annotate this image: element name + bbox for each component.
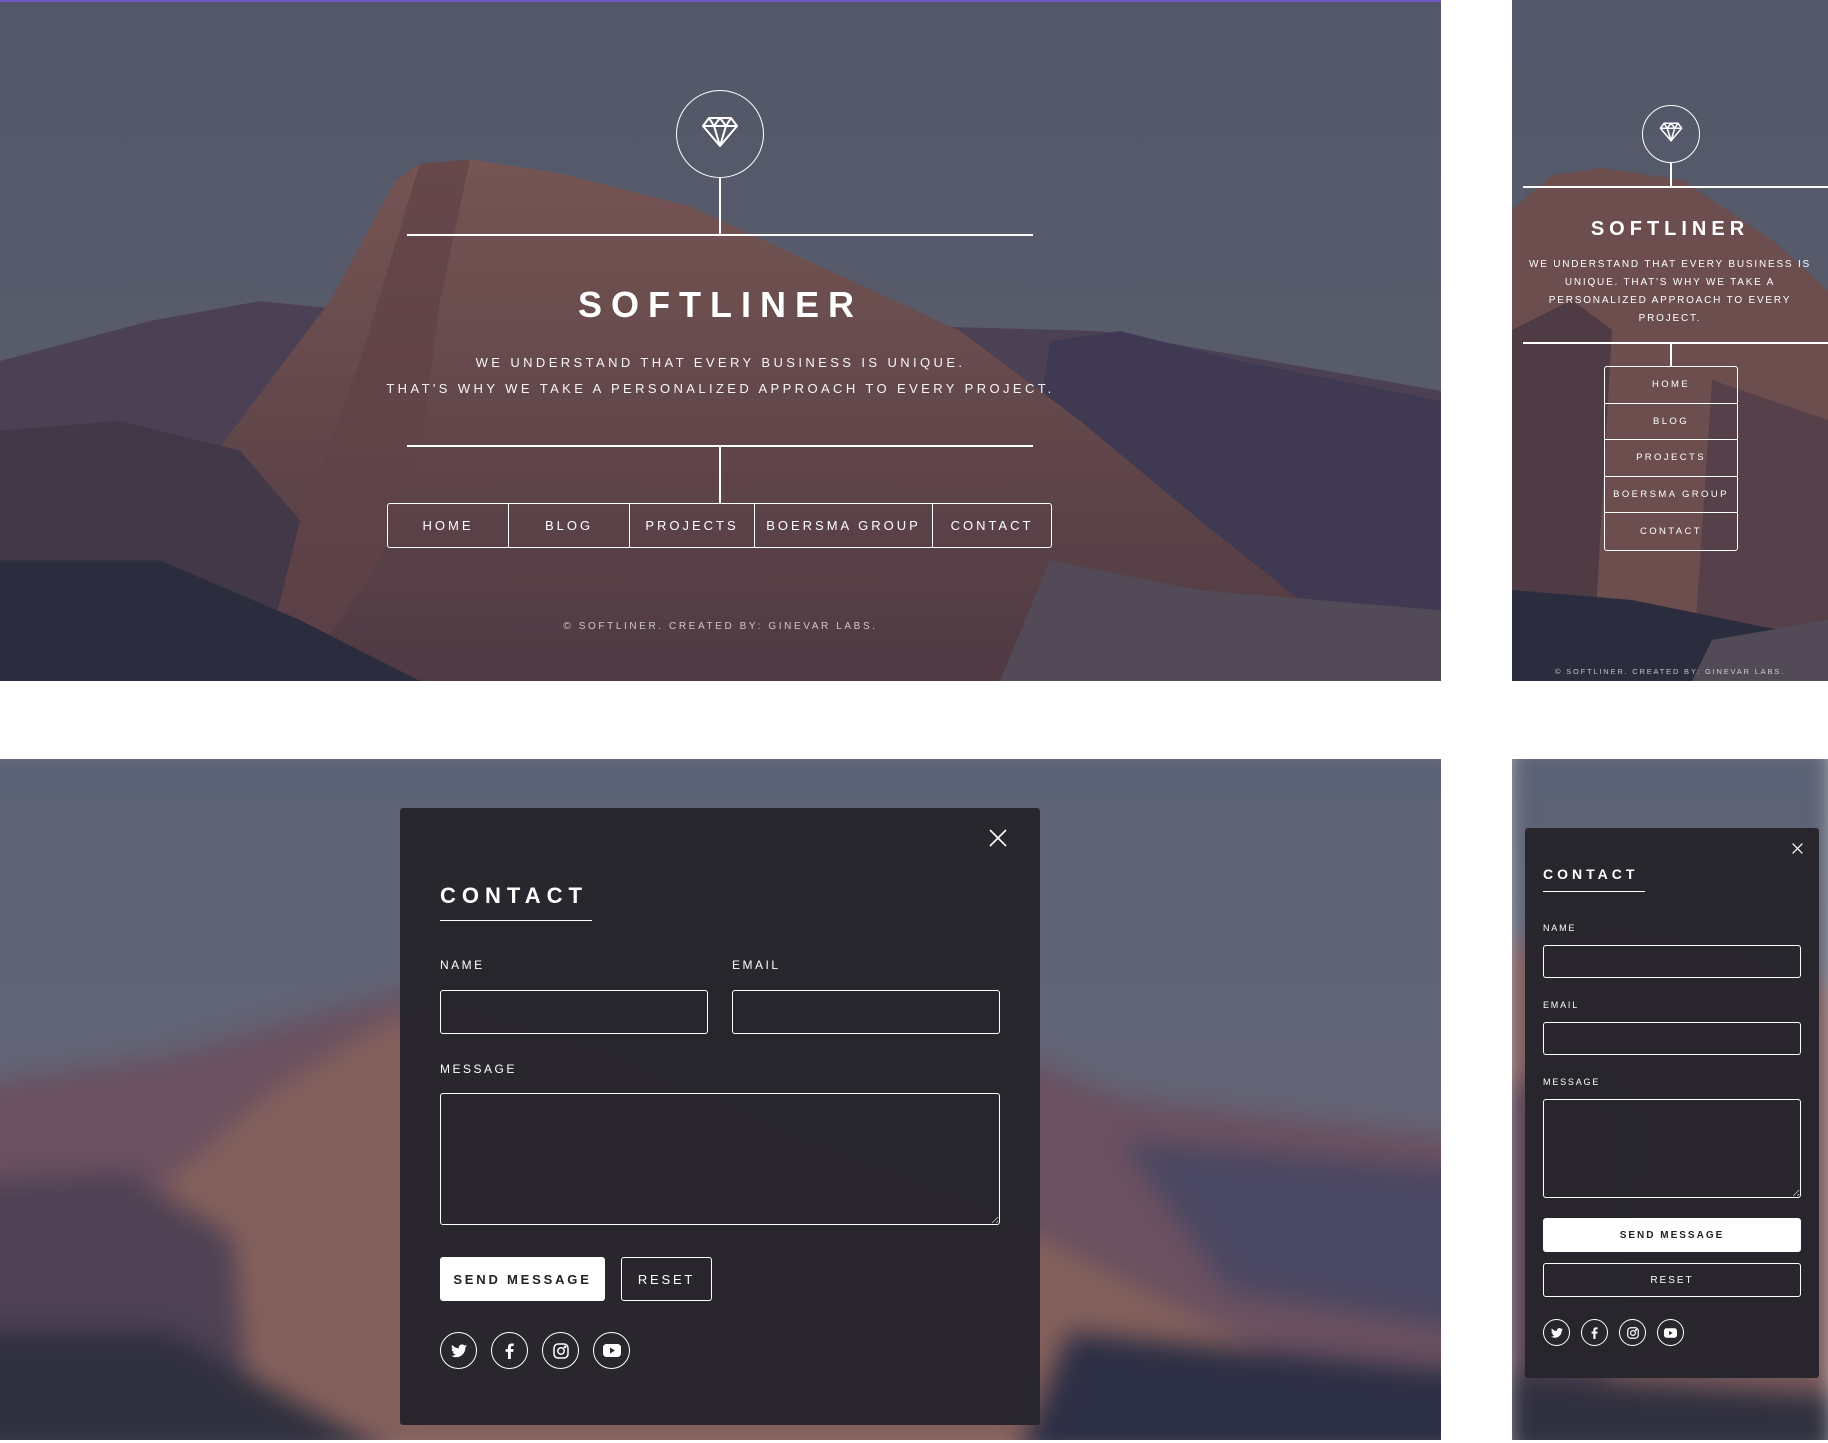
logo-connector — [1670, 163, 1672, 186]
logo-connector — [719, 178, 721, 234]
site-title: SOFTLINER — [1590, 218, 1750, 240]
mobile-home-screen: SOFTLINER WE UNDERSTAND THAT EVERY BUSIN… — [1512, 0, 1828, 681]
tagline: WE UNDERSTAND THAT EVERY BUSINESS IS UNI… — [1528, 259, 1812, 324]
instagram-link[interactable] — [1619, 1319, 1646, 1346]
close-button[interactable] — [1789, 842, 1805, 858]
mobile-contact-screen: CONTACT NAME EMAIL MESSAGE SEND MESSAGE … — [1512, 759, 1828, 1440]
nav-blog[interactable]: BLOG — [1605, 404, 1737, 441]
nav-home[interactable]: HOME — [1605, 367, 1737, 404]
instagram-icon — [552, 1342, 569, 1359]
top-divider — [1523, 186, 1828, 188]
nav-contact[interactable]: CONTACT — [933, 504, 1051, 547]
nav-connector — [1670, 342, 1672, 366]
facebook-icon — [1591, 1326, 1598, 1339]
desktop-home-screen: SOFTLINER WE UNDERSTAND THAT EVERY BUSIN… — [0, 0, 1441, 681]
nav-connector — [719, 445, 721, 503]
email-label: EMAIL — [1543, 1000, 1580, 1010]
instagram-icon — [1626, 1326, 1639, 1339]
facebook-link[interactable] — [1581, 1319, 1608, 1346]
email-label: EMAIL — [732, 958, 781, 972]
contact-modal: CONTACT NAME EMAIL MESSAGE SEND MESSAGE … — [400, 808, 1040, 1425]
top-divider — [407, 234, 1033, 236]
reset-button[interactable]: RESET — [1543, 1263, 1801, 1297]
message-label: MESSAGE — [1543, 1077, 1601, 1087]
modal-title: CONTACT — [440, 883, 592, 921]
nav-boersma-group[interactable]: BOERSMA GROUP — [1605, 477, 1737, 514]
background-overlay — [1512, 0, 1828, 681]
name-label: NAME — [440, 958, 485, 972]
logo[interactable] — [1642, 105, 1700, 163]
logo[interactable] — [676, 90, 764, 178]
desktop-contact-screen: CONTACT NAME EMAIL MESSAGE SEND MESSAGE … — [0, 759, 1441, 1440]
nav-blog[interactable]: BLOG — [509, 504, 630, 547]
youtube-link[interactable] — [593, 1332, 630, 1369]
message-textarea[interactable] — [440, 1093, 1000, 1225]
tagline-line-1: WE UNDERSTAND THAT EVERY BUSINESS IS UNI… — [475, 355, 966, 370]
name-input[interactable] — [1543, 945, 1801, 978]
twitter-link[interactable] — [1543, 1319, 1570, 1346]
twitter-icon — [1550, 1327, 1563, 1338]
message-label: MESSAGE — [440, 1062, 517, 1076]
diamond-icon — [1659, 122, 1683, 147]
main-nav: HOME BLOG PROJECTS BOERSMA GROUP CONTACT — [1604, 366, 1738, 551]
facebook-link[interactable] — [491, 1332, 528, 1369]
tagline: WE UNDERSTAND THAT EVERY BUSINESS IS UNI… — [0, 350, 1441, 402]
contact-modal: CONTACT NAME EMAIL MESSAGE SEND MESSAGE … — [1525, 828, 1819, 1378]
nav-contact[interactable]: CONTACT — [1605, 513, 1737, 550]
diamond-icon — [701, 116, 739, 153]
message-textarea[interactable] — [1543, 1099, 1801, 1198]
close-button[interactable] — [986, 828, 1010, 852]
facebook-icon — [505, 1342, 514, 1359]
youtube-icon — [1664, 1327, 1677, 1338]
nav-boersma-group[interactable]: BOERSMA GROUP — [755, 504, 933, 547]
close-icon — [1791, 841, 1803, 859]
youtube-icon — [602, 1344, 621, 1357]
twitter-link[interactable] — [440, 1332, 477, 1369]
bottom-divider — [1523, 342, 1828, 344]
nav-projects[interactable]: PROJECTS — [1605, 440, 1737, 477]
nav-projects[interactable]: PROJECTS — [630, 504, 755, 547]
close-icon — [989, 828, 1007, 852]
send-message-button[interactable]: SEND MESSAGE — [1543, 1218, 1801, 1252]
nav-home[interactable]: HOME — [388, 504, 509, 547]
copyright: © SOFTLINER. CREATED BY: GINEVAR LABS. — [1555, 667, 1785, 676]
instagram-link[interactable] — [542, 1332, 579, 1369]
youtube-link[interactable] — [1657, 1319, 1684, 1346]
reset-button[interactable]: RESET — [621, 1257, 712, 1301]
modal-title: CONTACT — [1543, 866, 1645, 892]
email-input[interactable] — [732, 990, 1000, 1034]
twitter-icon — [450, 1343, 467, 1358]
copyright: © SOFTLINER. CREATED BY: GINEVAR LABS. — [563, 621, 878, 632]
hero: SOFTLINER WE UNDERSTAND THAT EVERY BUSIN… — [0, 2, 1441, 681]
main-nav: HOME BLOG PROJECTS BOERSMA GROUP CONTACT — [387, 503, 1052, 548]
name-input[interactable] — [440, 990, 708, 1034]
name-label: NAME — [1543, 923, 1577, 933]
email-input[interactable] — [1543, 1022, 1801, 1055]
tagline-line-2: THAT'S WHY WE TAKE A PERSONALIZED APPROA… — [386, 381, 1055, 396]
send-message-button[interactable]: SEND MESSAGE — [440, 1257, 605, 1301]
site-title: SOFTLINER — [578, 284, 863, 325]
